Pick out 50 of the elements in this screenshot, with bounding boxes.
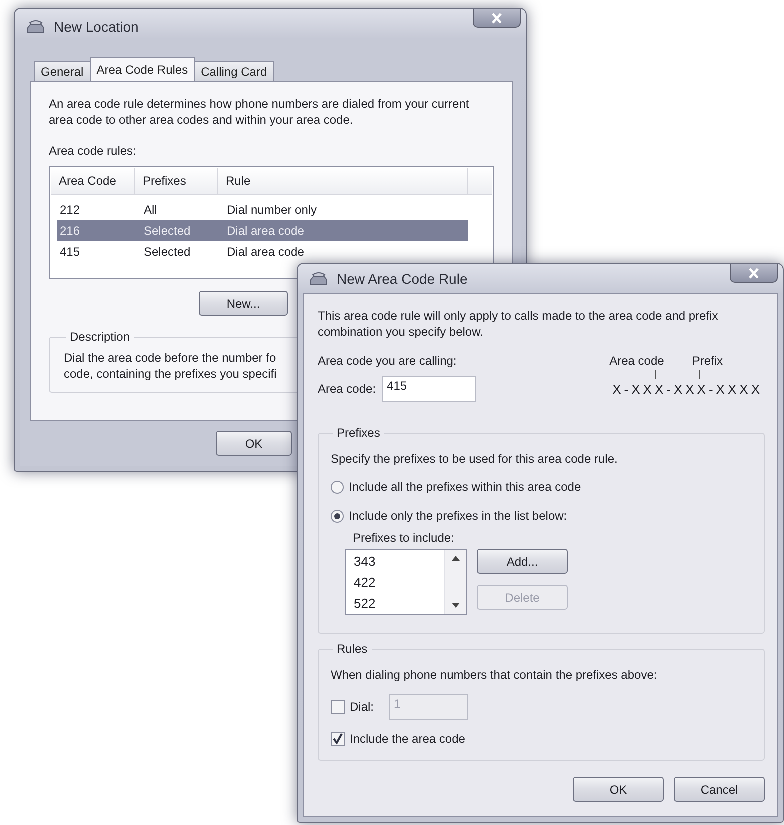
diagram-label: Area code (610, 354, 664, 368)
list-item[interactable]: 343 (354, 552, 444, 573)
group-title: Description (69, 330, 132, 344)
group-title: Prefixes (336, 426, 382, 440)
radio-button[interactable] (331, 510, 344, 522)
description-text: Dial the area code before the number fo (64, 350, 276, 366)
list-row[interactable]: 212 All Dial number only (57, 199, 468, 220)
column-header[interactable]: Prefixes (135, 168, 218, 194)
ok-button[interactable]: OK (216, 431, 292, 456)
instruction-text: Specify the prefixes to be used for this area code rule. (331, 452, 619, 466)
list-label: Area code rules: (49, 144, 138, 158)
number-pattern: X-XXX-XXX-XXXX (612, 382, 763, 397)
radio-button[interactable] (331, 480, 344, 494)
description-text: code, containing the prefixes you specifi (64, 366, 277, 382)
dialog-button[interactable]: Cancel (674, 777, 765, 802)
group-title: Rules (336, 642, 369, 656)
option-label: Dial: (350, 700, 374, 714)
diagram-label: Prefix (692, 354, 723, 368)
column-header[interactable]: Area Code (51, 168, 135, 194)
close-button[interactable] (730, 264, 778, 283)
list-row[interactable]: 415 Selected Dial area code (57, 241, 468, 262)
field-label: Area code: (318, 382, 376, 396)
intro-text: An area code rule determines how phone numbers are dialed from your current area code to other area codes and within your area code. (49, 96, 470, 128)
area-code-field[interactable]: 415 (382, 376, 476, 402)
list-item[interactable]: 522 (354, 594, 444, 614)
checkbox[interactable] (331, 732, 345, 746)
tab[interactable]: Calling Card (194, 61, 274, 81)
tab[interactable]: Area Code Rules (90, 57, 196, 81)
option-label: Include the area code (350, 732, 466, 746)
option-label: Include all the prefixes within this area code (349, 480, 582, 494)
tab[interactable]: General (34, 61, 91, 81)
list-label: Prefixes to include: (353, 531, 456, 545)
close-icon (748, 268, 760, 278)
option-label: Include only the prefixes in the list below: (349, 509, 568, 523)
instruction-text: When dialing phone numbers that contain the prefixes above: (331, 668, 658, 682)
intro-text: This area code rule will only apply to calls made to the area code and prefix combination you specify below. (318, 308, 720, 340)
list-item[interactable]: 422 (354, 573, 444, 594)
window-title: New Location (54, 19, 139, 35)
add-button[interactable]: Add... (477, 549, 568, 574)
scroll-up-icon[interactable] (452, 556, 460, 561)
dialog-button[interactable]: OK (573, 777, 664, 802)
telephone-icon (309, 270, 329, 286)
telephone-icon (26, 19, 46, 35)
window-title: New Area Code Rule (337, 270, 468, 286)
field-label: Area code you are calling: (318, 354, 458, 368)
close-button[interactable] (473, 9, 521, 28)
column-header[interactable]: Rule (218, 168, 468, 194)
new-button[interactable]: New... (199, 291, 288, 316)
scroll-down-icon[interactable] (452, 603, 460, 608)
close-icon (491, 12, 503, 24)
